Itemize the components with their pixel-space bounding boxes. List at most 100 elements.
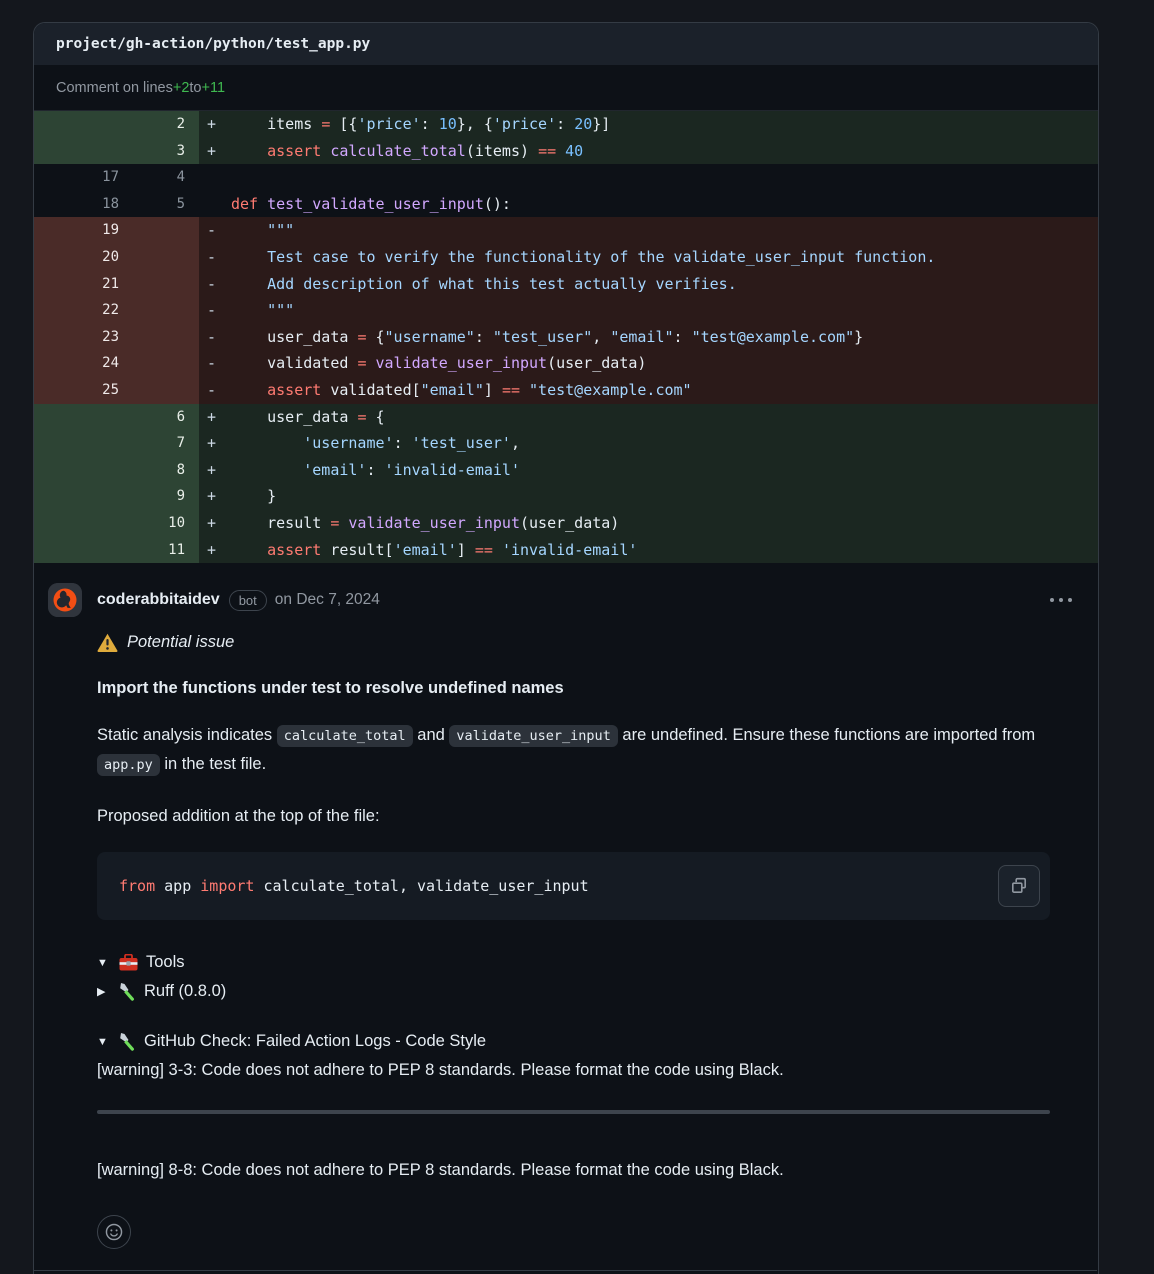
diff-table: 2+ items = [{'price': 10}, {'price': 20}… xyxy=(34,111,1098,563)
issue-flag-label: Potential issue xyxy=(127,633,234,652)
diff-marker: + xyxy=(199,457,231,484)
new-line-number[interactable] xyxy=(129,324,199,351)
new-line-number[interactable]: 9 xyxy=(129,483,199,510)
comment-date[interactable]: on Dec 7, 2024 xyxy=(275,591,380,609)
warning-message-2: [warning] 8-8: Code does not adhere to P… xyxy=(97,1156,1073,1184)
old-line-number[interactable]: 20 xyxy=(34,244,129,271)
diff-row: 25- assert validated["email"] == "test@e… xyxy=(34,377,1098,404)
new-line-number[interactable]: 10 xyxy=(129,510,199,537)
copy-button[interactable] xyxy=(998,865,1040,907)
new-line-number[interactable]: 7 xyxy=(129,430,199,457)
comment-header: coderabbitaidev bot on Dec 7, 2024 xyxy=(48,583,1074,617)
diff-row: 10+ result = validate_user_input(user_da… xyxy=(34,510,1098,537)
new-line-number[interactable] xyxy=(129,350,199,377)
section-ruff[interactable]: ▶ Ruff (0.8.0) xyxy=(97,977,1073,1006)
new-line-number[interactable] xyxy=(129,217,199,244)
review-comment: coderabbitaidev bot on Dec 7, 2024 Poten… xyxy=(34,563,1098,1274)
paragraph-text: Static analysis indicates xyxy=(97,726,277,744)
diff-marker: - xyxy=(199,217,231,244)
diff-row: 23- user_data = {"username": "test_user"… xyxy=(34,324,1098,351)
diff-row: 3+ assert calculate_total(items) == 40 xyxy=(34,138,1098,165)
new-line-number[interactable] xyxy=(129,297,199,324)
paragraph-text: in the test file. xyxy=(160,755,266,773)
suggested-code: from app import calculate_total, validat… xyxy=(119,877,589,895)
diff-marker: + xyxy=(199,138,231,165)
section-github-check-label: GitHub Check: Failed Action Logs - Code … xyxy=(144,1032,486,1051)
old-line-number[interactable] xyxy=(34,483,129,510)
smiley-icon xyxy=(105,1223,123,1241)
section-gap xyxy=(97,1006,1073,1027)
diff-marker: + xyxy=(199,537,231,564)
range-prefix: Comment on lines xyxy=(56,80,173,96)
new-line-number[interactable]: 2 xyxy=(129,111,199,138)
chevron-down-icon: ▼ xyxy=(97,1036,111,1048)
new-line-number[interactable]: 8 xyxy=(129,457,199,484)
code-line: 'username': 'test_user', xyxy=(231,430,1098,457)
diff-marker: - xyxy=(199,297,231,324)
diff-row: 22- """ xyxy=(34,297,1098,324)
code-line: } xyxy=(231,483,1098,510)
old-line-number[interactable] xyxy=(34,537,129,564)
old-line-number[interactable] xyxy=(34,404,129,431)
code-line: Test case to verify the functionality of… xyxy=(231,244,1098,271)
old-line-number[interactable]: 19 xyxy=(34,217,129,244)
old-line-number[interactable]: 23 xyxy=(34,324,129,351)
new-line-number[interactable] xyxy=(129,377,199,404)
diff-marker: - xyxy=(199,350,231,377)
section-github-check[interactable]: ▼ GitHub Check: Failed Action Logs - Cod… xyxy=(97,1027,1073,1056)
diff-row: 19- """ xyxy=(34,217,1098,244)
comment-heading: Import the functions under test to resol… xyxy=(97,679,1073,698)
diff-marker: - xyxy=(199,271,231,298)
diff-marker: - xyxy=(199,324,231,351)
old-line-number[interactable] xyxy=(34,430,129,457)
paragraph-text: and xyxy=(413,726,450,744)
old-line-number[interactable]: 21 xyxy=(34,271,129,298)
section-tools-label: Tools xyxy=(146,953,185,972)
new-line-number[interactable] xyxy=(129,244,199,271)
section-ruff-label: Ruff (0.8.0) xyxy=(144,982,226,1001)
old-line-number[interactable]: 17 xyxy=(34,164,129,191)
diff-row: 11+ assert result['email'] == 'invalid-e… xyxy=(34,537,1098,564)
diff-marker: + xyxy=(199,510,231,537)
review-thread-card: project/gh-action/python/test_app.py Com… xyxy=(33,22,1099,1274)
diff-marker xyxy=(199,164,231,191)
diff-row: 174 xyxy=(34,164,1098,191)
code-line: items = [{'price': 10}, {'price': 20}] xyxy=(231,111,1098,138)
diff-marker xyxy=(199,191,231,218)
diff-marker: + xyxy=(199,483,231,510)
chevron-right-icon: ▶ xyxy=(97,985,111,998)
new-line-number[interactable]: 3 xyxy=(129,138,199,165)
new-line-number[interactable]: 5 xyxy=(129,191,199,218)
diff-row: 20- Test case to verify the functionalit… xyxy=(34,244,1098,271)
old-line-number[interactable]: 18 xyxy=(34,191,129,218)
old-line-number[interactable]: 22 xyxy=(34,297,129,324)
diff-row: 9+ } xyxy=(34,483,1098,510)
author-name[interactable]: coderabbitaidev xyxy=(97,591,220,609)
new-line-number[interactable]: 11 xyxy=(129,537,199,564)
old-line-number[interactable]: 24 xyxy=(34,350,129,377)
diff-marker: + xyxy=(199,430,231,457)
add-reaction-button[interactable] xyxy=(97,1215,131,1249)
diff-marker: + xyxy=(199,111,231,138)
warning-icon xyxy=(97,633,118,652)
screwdriver-icon xyxy=(119,1032,136,1051)
new-line-number[interactable]: 6 xyxy=(129,404,199,431)
old-line-number[interactable] xyxy=(34,457,129,484)
old-line-number[interactable] xyxy=(34,111,129,138)
bot-badge: bot xyxy=(229,590,267,611)
avatar[interactable] xyxy=(48,583,82,617)
kebab-menu-icon[interactable] xyxy=(1048,592,1074,608)
diff-row: 8+ 'email': 'invalid-email' xyxy=(34,457,1098,484)
warning-message-1: [warning] 3-3: Code does not adhere to P… xyxy=(97,1056,1073,1084)
old-line-number[interactable]: 25 xyxy=(34,377,129,404)
section-tools[interactable]: ▼ Tools xyxy=(97,948,1073,977)
toolbox-icon xyxy=(119,954,138,971)
new-line-number[interactable]: 4 xyxy=(129,164,199,191)
old-line-number[interactable] xyxy=(34,510,129,537)
chevron-down-icon: ▼ xyxy=(97,957,111,969)
range-end: +11 xyxy=(202,80,226,96)
diff-row: 24- validated = validate_user_input(user… xyxy=(34,350,1098,377)
file-header: project/gh-action/python/test_app.py xyxy=(34,23,1098,65)
new-line-number[interactable] xyxy=(129,271,199,298)
old-line-number[interactable] xyxy=(34,138,129,165)
